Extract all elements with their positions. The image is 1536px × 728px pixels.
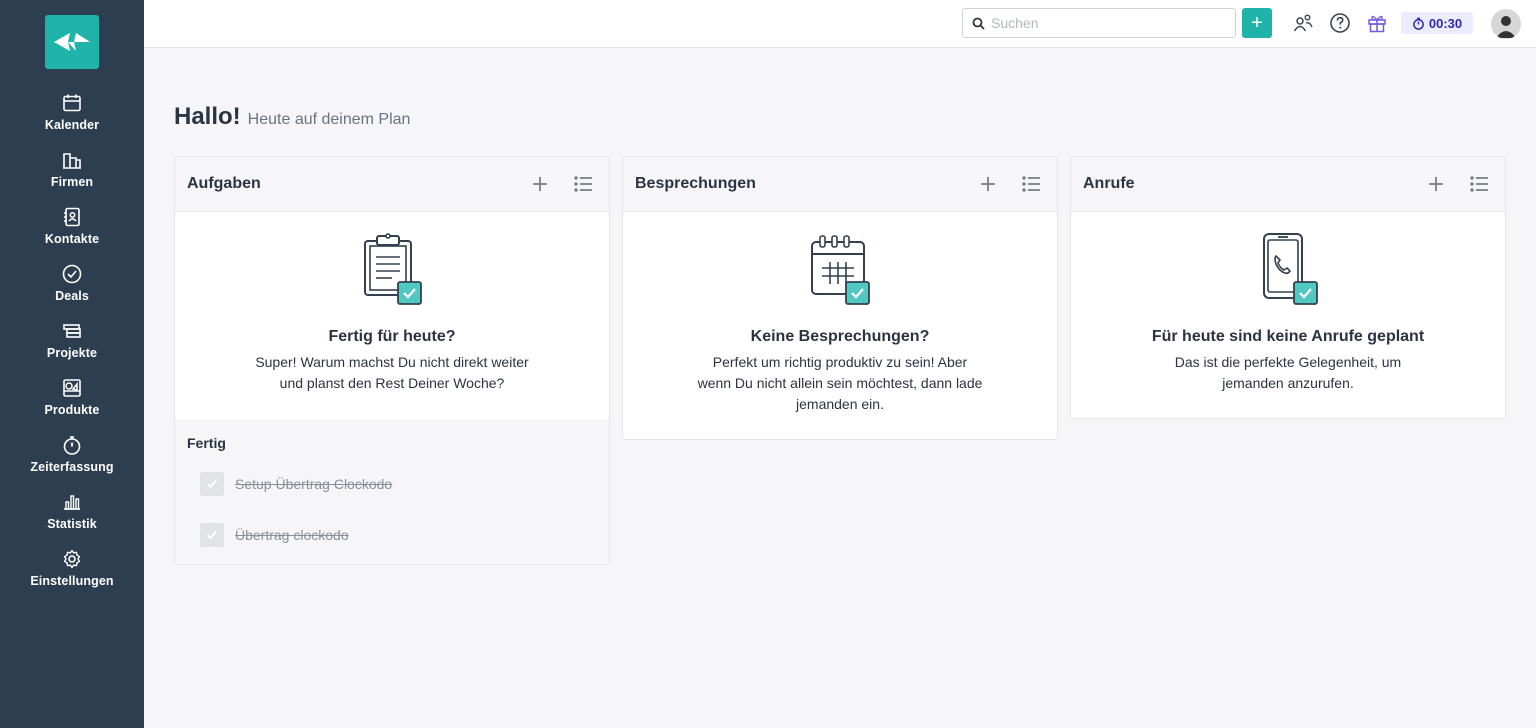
empty-title: Für heute sind keine Anrufe geplant: [1151, 328, 1425, 345]
check-circle-icon: [62, 264, 82, 284]
card-header: Anrufe: [1071, 157, 1505, 212]
check-icon: [206, 529, 218, 539]
sidebar-item-label: Einstellungen: [30, 574, 114, 588]
phone-check-icon: [1263, 233, 1318, 305]
check-icon: [206, 478, 218, 488]
help-icon[interactable]: [1329, 12, 1351, 34]
card-header: Besprechungen: [623, 157, 1057, 212]
call-list-button[interactable]: [1468, 173, 1490, 195]
timer-value: 00:30: [1428, 15, 1463, 31]
add-call-button[interactable]: [1425, 173, 1447, 195]
project-stack-icon: [63, 324, 81, 338]
sidebar-item-label: Projekte: [46, 346, 98, 360]
search-icon: [972, 17, 985, 30]
sidebar-item-label: Kontakte: [44, 232, 100, 246]
card-header: Aufgaben: [175, 157, 609, 212]
empty-title: Keine Besprechungen?: [750, 328, 930, 345]
sidebar-item-firmen[interactable]: Firmen: [0, 149, 144, 201]
team-icon[interactable]: [1292, 12, 1314, 34]
buildings-icon: [63, 153, 81, 169]
app-logo[interactable]: [45, 15, 99, 69]
bar-chart-icon: [64, 495, 80, 510]
empty-title: Fertig für heute?: [328, 328, 456, 345]
timer-badge[interactable]: 00:30: [1401, 12, 1473, 34]
sidebar-item-label: Firmen: [50, 175, 94, 189]
sidebar-item-statistik[interactable]: Statistik: [0, 491, 144, 543]
stopwatch-icon: [1412, 17, 1424, 30]
add-meeting-button[interactable]: [977, 173, 999, 195]
done-title: Fertig: [187, 435, 226, 451]
task-title[interactable]: Übertrag clockodo: [235, 527, 349, 543]
sidebar-item-label: Statistik: [47, 517, 97, 531]
sidebar-item-kalender[interactable]: Kalender: [0, 92, 144, 144]
sidebar-item-einstellungen[interactable]: Einstellungen: [0, 548, 144, 600]
list-icon: [1470, 176, 1488, 192]
list-icon: [574, 176, 592, 192]
clipboard-check-icon: [364, 233, 422, 305]
user-icon: [1496, 16, 1516, 38]
sidebar-item-label: Zeiterfassung: [30, 460, 114, 474]
search-input[interactable]: [991, 15, 1221, 31]
greeting: Hallo! Heute auf deinem Plan: [174, 103, 410, 131]
sidebar-item-deals[interactable]: Deals: [0, 263, 144, 315]
list-item: Setup Übertrag Clockodo: [187, 458, 597, 509]
plus-icon: [1429, 177, 1443, 191]
list-icon: [1022, 176, 1040, 192]
gift-icon[interactable]: [1366, 12, 1388, 34]
list-item: Übertrag clockodo: [187, 509, 597, 560]
card-besprechungen: Besprechungen Keine Besprechungen? Perfe…: [622, 156, 1058, 440]
sidebar-item-zeiterfassung[interactable]: Zeiterfassung: [0, 434, 144, 486]
card-anrufe: Anrufe Für heute sind keine Anrufe gepla…: [1070, 156, 1506, 419]
card-title: Anrufe: [1083, 175, 1135, 192]
products-icon: [63, 379, 81, 397]
calendar-check-icon: [811, 235, 870, 305]
task-checkbox[interactable]: [200, 522, 224, 547]
empty-state: Für heute sind keine Anrufe geplant Das …: [1071, 212, 1505, 394]
sidebar: Kalender Firmen Kontakte Deals Projekte …: [0, 0, 144, 728]
sidebar-item-produkte[interactable]: Produkte: [0, 377, 144, 429]
empty-text: Super! Warum machst Du nicht direkt weit…: [255, 354, 529, 391]
sidebar-item-label: Produkte: [44, 403, 100, 417]
empty-text: Perfekt um richtig produktiv zu sein! Ab…: [697, 354, 983, 412]
empty-state: Keine Besprechungen? Perfekt um richtig …: [623, 212, 1057, 415]
task-title[interactable]: Setup Übertrag Clockodo: [235, 476, 392, 492]
stopwatch-icon: [63, 436, 81, 455]
empty-state: Fertig für heute? Super! Warum machst Du…: [175, 212, 609, 420]
search-box[interactable]: [962, 8, 1236, 38]
plus-icon: [533, 177, 547, 191]
empty-text: Das ist die perfekte Gelegenheit, um jem…: [1174, 354, 1402, 391]
logo-icon: [54, 33, 90, 51]
user-avatar[interactable]: [1491, 9, 1521, 39]
card-title: Aufgaben: [187, 175, 261, 192]
task-checkbox[interactable]: [200, 471, 224, 496]
add-task-button[interactable]: [529, 173, 551, 195]
sidebar-item-kontakte[interactable]: Kontakte: [0, 206, 144, 258]
task-list-button[interactable]: [572, 173, 594, 195]
page-subtitle: Heute auf deinem Plan: [247, 111, 411, 128]
gear-icon: [63, 549, 81, 569]
done-section: Fertig Setup Übertrag Clockodo Übertrag …: [175, 420, 609, 564]
card-title: Besprechungen: [635, 175, 756, 192]
meeting-list-button[interactable]: [1020, 173, 1042, 195]
sidebar-item-label: Kalender: [44, 118, 100, 132]
topbar: + 00:30: [144, 0, 1536, 48]
plus-icon: [981, 177, 995, 191]
page-title: Hallo!: [174, 103, 241, 130]
sidebar-item-projekte[interactable]: Projekte: [0, 320, 144, 372]
card-aufgaben: Aufgaben Fertig für heute? Super! Warum …: [174, 156, 610, 565]
contact-book-icon: [64, 207, 80, 227]
calendar-icon: [63, 94, 81, 112]
add-button[interactable]: +: [1242, 8, 1272, 38]
sidebar-item-label: Deals: [55, 289, 89, 303]
